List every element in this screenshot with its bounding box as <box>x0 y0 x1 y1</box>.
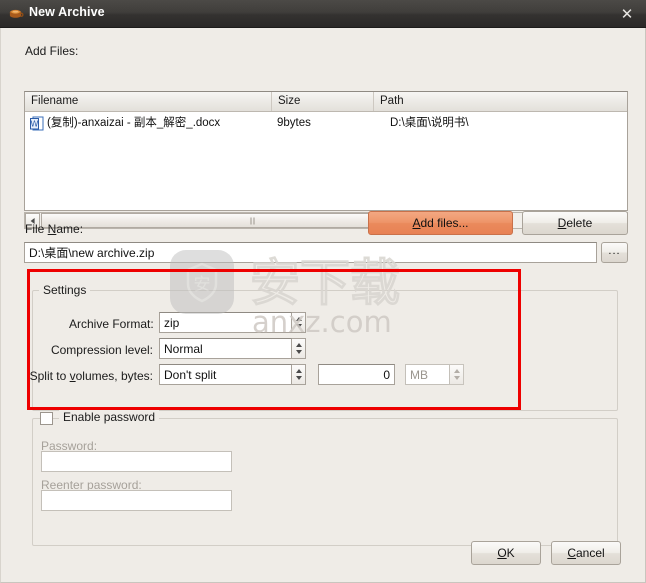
svg-text:W: W <box>31 120 39 129</box>
chevron-up-icon[interactable] <box>295 369 302 373</box>
column-header-path[interactable]: Path <box>374 92 627 111</box>
chevron-up-icon[interactable] <box>295 317 302 321</box>
ok-button[interactable]: OK <box>471 541 541 565</box>
split-volumes-input[interactable]: Don't split <box>159 364 292 385</box>
chevron-down-icon[interactable] <box>453 376 460 380</box>
new-archive-dialog: New Archive ✕ Add Files: Filename Size P… <box>0 0 646 583</box>
column-header-filename[interactable]: Filename <box>25 92 272 111</box>
chevron-down-icon[interactable] <box>295 324 302 328</box>
archive-format-spinner[interactable] <box>292 312 306 333</box>
table-row[interactable]: W (复制)-anxaizai - 副本_解密_.docx 9bytes D:\… <box>25 112 627 134</box>
column-header-size[interactable]: Size <box>272 92 374 111</box>
split-volumes-label: Split to volumes, bytes: <box>29 369 153 383</box>
file-list[interactable]: Filename Size Path W (复制)-anxaizai - 副本_… <box>24 91 628 211</box>
split-unit-input[interactable]: MB <box>405 364 450 385</box>
archive-box-icon <box>9 9 24 18</box>
enable-password-label[interactable]: Enable password <box>59 410 160 424</box>
enable-password-checkbox[interactable] <box>40 412 53 425</box>
add-files-label: Add Files: <box>25 44 79 58</box>
close-icon[interactable]: ✕ <box>618 5 636 23</box>
file-list-header: Filename Size Path <box>25 92 627 112</box>
window-title: New Archive <box>29 5 105 19</box>
word-document-icon: W <box>30 116 44 131</box>
split-size-input[interactable]: 0 <box>318 364 395 385</box>
title-bar: New Archive ✕ <box>0 0 646 28</box>
file-name-label: File Name: <box>25 222 84 236</box>
file-name-input[interactable]: D:\桌面\new archive.zip <box>24 242 597 263</box>
chevron-down-icon[interactable] <box>295 376 302 380</box>
password-input[interactable] <box>41 451 232 472</box>
cell-size: 9bytes <box>277 117 311 129</box>
chevron-up-icon[interactable] <box>453 369 460 373</box>
chevron-up-icon[interactable] <box>295 343 302 347</box>
settings-group-title: Settings <box>39 283 91 297</box>
archive-format-input[interactable]: zip <box>159 312 292 333</box>
compression-level-spinner[interactable] <box>292 338 306 359</box>
delete-button[interactable]: Delete <box>522 211 628 235</box>
split-volumes-spinner[interactable] <box>292 364 306 385</box>
split-unit-spinner[interactable] <box>450 364 464 385</box>
cell-path: D:\桌面\说明书\ <box>390 117 469 129</box>
compression-level-label: Compression level: <box>50 343 153 357</box>
chevron-down-icon[interactable] <box>295 350 302 354</box>
cell-filename: (复制)-anxaizai - 副本_解密_.docx <box>47 117 221 129</box>
browse-button[interactable]: ... <box>601 242 628 263</box>
compression-level-input[interactable]: Normal <box>159 338 292 359</box>
archive-format-label: Archive Format: <box>69 317 154 331</box>
reenter-password-input[interactable] <box>41 490 232 511</box>
cancel-button[interactable]: Cancel <box>551 541 621 565</box>
add-files-button[interactable]: Add files... <box>368 211 513 235</box>
dialog-body: Add Files: Filename Size Path W (复制)-anx… <box>0 28 646 583</box>
